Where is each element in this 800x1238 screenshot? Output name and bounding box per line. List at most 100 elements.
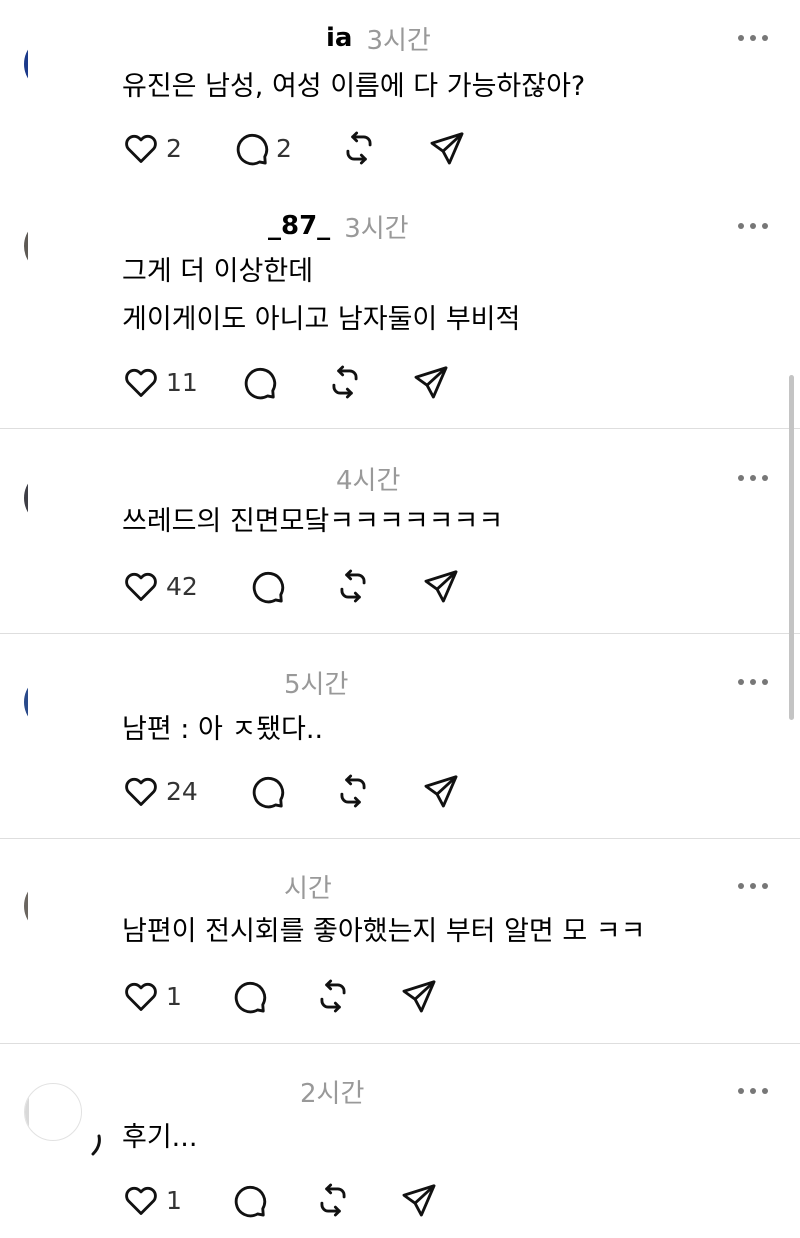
reply-button[interactable]	[230, 976, 268, 1016]
like-count: 1	[166, 1185, 182, 1215]
like-button[interactable]: 11	[122, 362, 198, 402]
repost-button[interactable]	[334, 566, 372, 606]
timestamp: 5시간	[284, 669, 349, 700]
repost-button[interactable]	[340, 128, 378, 168]
avatar-image	[25, 1084, 29, 1140]
post-meta: 시간	[270, 866, 332, 906]
share-button[interactable]	[412, 362, 450, 402]
avatar[interactable]	[24, 1083, 82, 1141]
avatar-image	[24, 878, 28, 934]
timestamp: 2시간	[300, 1078, 365, 1109]
divider	[0, 1043, 800, 1044]
share-button[interactable]	[422, 566, 460, 606]
like-count: 42	[166, 571, 198, 601]
like-button[interactable]: 2	[122, 128, 182, 168]
heart-icon	[125, 368, 157, 397]
comment-icon	[244, 367, 277, 400]
heart-icon	[125, 982, 157, 1011]
comment-icon	[234, 981, 267, 1014]
repost-icon	[332, 365, 358, 399]
post-meta: _87_ 3시간	[268, 206, 409, 246]
avatar[interactable]	[24, 878, 80, 934]
share-button[interactable]	[400, 976, 438, 1016]
avatar-image	[24, 36, 28, 92]
post-text: 남편이 전시회를 좋아했는지 부터 알면 모 ㅋㅋ	[122, 908, 645, 956]
comment-icon	[252, 776, 285, 809]
repost-button[interactable]	[314, 976, 352, 1016]
comment-icon	[236, 133, 269, 166]
heart-icon	[125, 134, 157, 163]
send-icon	[414, 366, 448, 399]
more-options-icon[interactable]	[738, 28, 768, 48]
more-options-icon[interactable]	[738, 1081, 768, 1101]
like-button[interactable]: 24	[122, 771, 198, 811]
repost-button[interactable]	[326, 362, 364, 402]
like-button[interactable]: 42	[122, 566, 198, 606]
avatar[interactable]	[24, 36, 80, 92]
heart-icon	[125, 777, 157, 806]
post-text: 쓰레드의 진면모닼ㅋㅋㅋㅋㅋㅋㅋ	[122, 498, 503, 546]
username[interactable]: _87_	[268, 211, 330, 241]
post-text-line: 그게 더 이상한데	[122, 256, 314, 287]
more-options-icon[interactable]	[738, 216, 768, 236]
timestamp: 3시간	[366, 25, 431, 56]
post-text: 유진은 남성, 여성 이름에 다 가능하잖아?	[122, 63, 585, 111]
send-icon	[430, 132, 464, 165]
avatar[interactable]	[24, 218, 80, 274]
divider	[0, 633, 800, 634]
username[interactable]: ia	[326, 23, 352, 53]
comment-icon	[252, 571, 285, 604]
repost-button[interactable]	[334, 771, 372, 811]
like-count: 1	[166, 981, 182, 1011]
post-text-line: 후기...	[122, 1122, 198, 1153]
more-options-icon[interactable]	[738, 672, 768, 692]
heart-icon	[125, 1186, 157, 1215]
avatar-image	[24, 218, 28, 274]
share-button[interactable]	[422, 771, 460, 811]
post-meta: 5시간	[270, 662, 348, 702]
repost-icon	[320, 1183, 346, 1217]
send-icon	[424, 775, 458, 808]
more-options-icon[interactable]	[738, 876, 768, 896]
post-text-line: 남편 : 아 ㅈ됐다..	[122, 714, 324, 745]
comment-icon	[234, 1185, 267, 1218]
reply-button[interactable]	[240, 362, 278, 402]
post-text: 후기...	[122, 1114, 197, 1162]
post-text-line: 쓰레드의 진면모닼ㅋㅋㅋㅋㅋㅋㅋ	[122, 506, 504, 537]
repost-icon	[340, 774, 366, 808]
share-button[interactable]	[400, 1180, 438, 1220]
reply-count: 2	[276, 133, 292, 163]
timestamp: 3시간	[344, 213, 409, 244]
reply-button[interactable]	[248, 566, 286, 606]
scrollbar[interactable]	[789, 375, 794, 720]
share-button[interactable]	[428, 128, 466, 168]
reply-button[interactable]	[230, 1180, 268, 1220]
send-icon	[424, 570, 458, 603]
reply-button[interactable]: 2	[232, 128, 292, 168]
heart-icon	[125, 572, 157, 601]
like-count: 2	[166, 133, 182, 163]
send-icon	[402, 980, 436, 1013]
post-meta: 4시간	[322, 458, 400, 498]
timestamp: 시간	[284, 873, 332, 904]
more-options-icon[interactable]	[738, 468, 768, 488]
stray-mark	[91, 1134, 101, 1156]
like-button[interactable]: 1	[122, 976, 182, 1016]
avatar[interactable]	[24, 470, 80, 526]
like-button[interactable]: 1	[122, 1180, 182, 1220]
repost-button[interactable]	[314, 1180, 352, 1220]
repost-icon	[346, 131, 372, 165]
avatar-image	[24, 470, 28, 526]
repost-icon	[340, 569, 366, 603]
divider	[0, 428, 800, 429]
timestamp: 4시간	[336, 465, 401, 496]
repost-icon	[320, 979, 346, 1013]
avatar[interactable]	[24, 674, 80, 730]
send-icon	[402, 1184, 436, 1217]
post-text-line: 게이게이도 아니고 남자둘이 부비적	[122, 304, 521, 335]
post-meta: ia 3시간	[326, 18, 431, 58]
post-text: 남편 : 아 ㅈ됐다..	[122, 706, 323, 754]
reply-button[interactable]	[248, 771, 286, 811]
avatar-image	[24, 674, 28, 730]
post-text: 그게 더 이상한데 게이게이도 아니고 남자둘이 부비적	[122, 248, 520, 344]
